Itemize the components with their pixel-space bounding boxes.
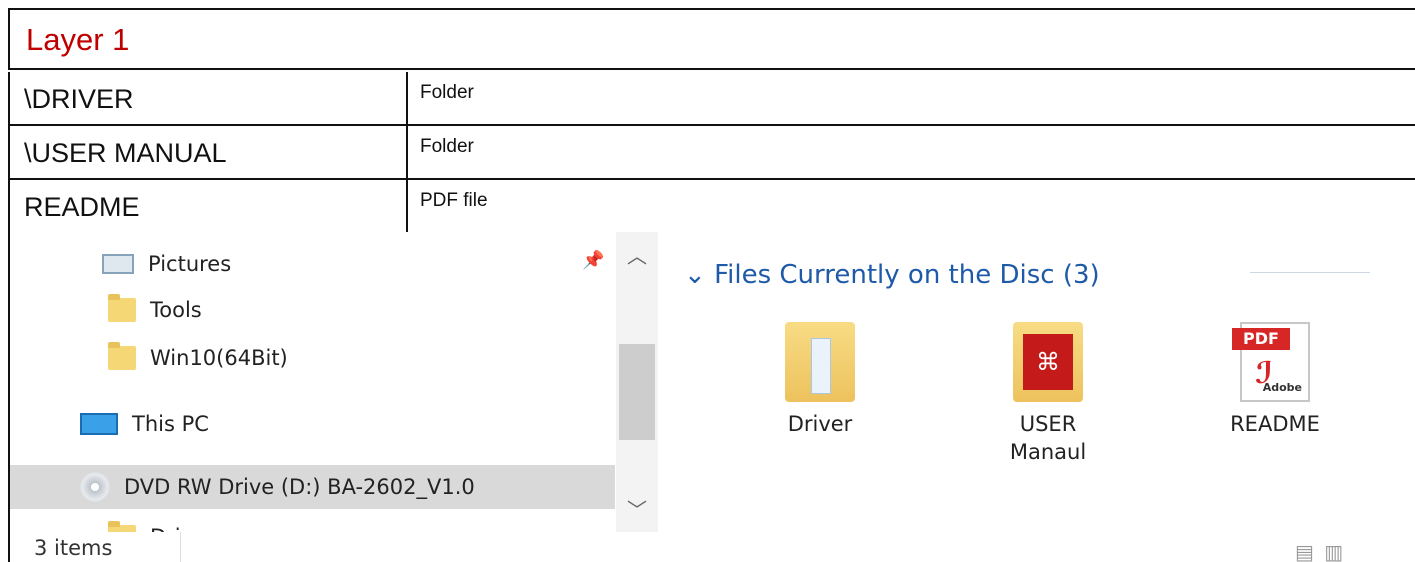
scroll-down-icon[interactable]: ﹀ <box>616 494 658 524</box>
file-tile-user-manual[interactable]: USER Manaul <box>978 322 1118 466</box>
pdf-badge: PDF <box>1232 328 1290 350</box>
nav-item-label: Win10(64Bit) <box>150 346 288 370</box>
file-group-header[interactable]: ⌄ Files Currently on the Disc (3) <box>684 260 1100 290</box>
nav-item-tools[interactable]: Tools <box>108 290 202 330</box>
nav-item-label: Tools <box>150 298 202 322</box>
pin-icon[interactable]: 📌 <box>582 250 604 271</box>
column-divider <box>406 126 408 178</box>
table-row-user-manual: \USER MANUAL Folder <box>8 126 1415 180</box>
nav-item-label: Pictures <box>148 252 232 276</box>
content-pane: ⌄ Files Currently on the Disc (3) Driver… <box>660 232 1415 562</box>
group-header-label: Files Currently on the Disc (3) <box>714 260 1100 290</box>
document-title: Layer 1 <box>26 22 130 57</box>
column-divider <box>406 72 408 124</box>
nav-item-this-pc[interactable]: This PC <box>80 404 209 444</box>
folder-icon <box>108 294 136 322</box>
nav-item-label: DVD RW Drive (D:) BA-2602_V1.0 <box>124 475 475 499</box>
table-row-readme: README PDF file <box>8 180 1415 234</box>
view-mode-icons[interactable]: ▤ ▥ <box>1295 540 1345 562</box>
file-label-line-2: Manaul <box>1009 440 1087 464</box>
file-tile-driver[interactable]: Driver <box>750 322 890 438</box>
table-row-driver: \DRIVER Folder <box>8 72 1415 126</box>
scroll-up-icon[interactable]: ︿ <box>616 240 658 270</box>
folder-icon <box>785 322 855 402</box>
computer-icon <box>80 413 118 435</box>
file-label: USER <box>1019 412 1077 436</box>
nav-item-pictures[interactable]: Pictures <box>102 244 231 284</box>
table-cell-name: \USER MANUAL <box>24 138 227 168</box>
item-count: 3 items <box>34 536 113 560</box>
pictures-icon <box>102 254 134 274</box>
table-cell-name: README <box>24 192 140 222</box>
nav-item-dvd-drive[interactable]: DVD RW Drive (D:) BA-2602_V1.0 <box>10 465 615 509</box>
folder-icon <box>108 342 136 370</box>
dvd-drive-icon <box>80 472 110 502</box>
status-bar: 3 items ▤ ▥ <box>10 532 1415 562</box>
column-divider <box>406 180 408 232</box>
document-title-row: Layer 1 <box>8 8 1415 70</box>
nav-item-win10[interactable]: Win10(64Bit) <box>108 338 288 378</box>
adobe-label: Adobe <box>1262 381 1302 394</box>
table-cell-type: Folder <box>420 82 474 103</box>
explorer-screenshot: Pictures 📌 Tools Win10(64Bit) This PC DV… <box>10 232 1415 562</box>
table-cell-type: Folder <box>420 136 474 157</box>
file-label: README <box>1230 412 1320 436</box>
file-tile-readme[interactable]: PDF ℐ Adobe README <box>1205 322 1345 438</box>
group-divider <box>1250 272 1370 273</box>
navigation-pane: Pictures 📌 Tools Win10(64Bit) This PC DV… <box>10 232 615 562</box>
pdf-folder-icon <box>1013 322 1083 402</box>
chevron-down-icon: ⌄ <box>684 260 706 290</box>
table-cell-type: PDF file <box>420 190 488 211</box>
file-label: Driver <box>787 412 853 436</box>
pdf-file-icon: PDF ℐ Adobe <box>1232 322 1310 402</box>
nav-item-label: This PC <box>132 412 209 436</box>
scrollbar-thumb[interactable] <box>619 344 655 440</box>
table-cell-name: \DRIVER <box>24 84 134 114</box>
